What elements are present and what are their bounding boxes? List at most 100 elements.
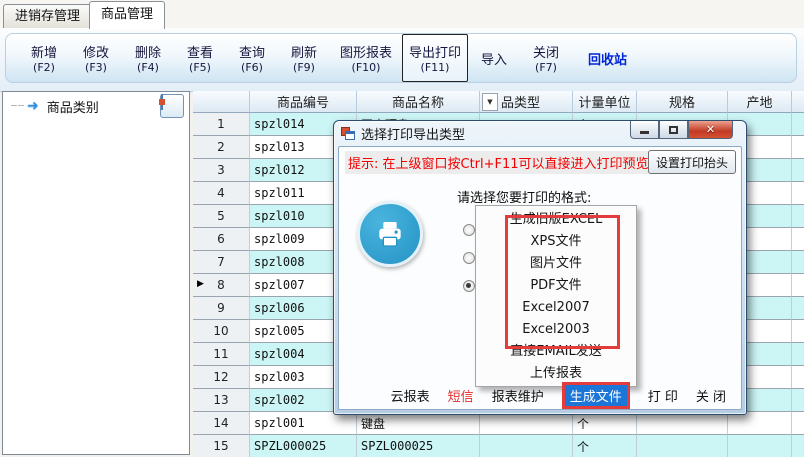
product-name-cell[interactable]: 键盘	[357, 412, 480, 435]
cloud-report-link[interactable]: 云报表	[391, 386, 430, 405]
toolbar-button-shortcut: (F10)	[352, 61, 381, 74]
unit-cell[interactable]: 个	[573, 412, 637, 435]
format-radio-button[interactable]	[463, 252, 475, 264]
option-Excel2003[interactable]: Excel2003	[476, 319, 636, 341]
set-print-header-button[interactable]: 设置打印抬头	[648, 150, 736, 174]
origin-cell[interactable]	[728, 435, 792, 457]
row-number-cell[interactable]: 13	[193, 389, 250, 412]
toolbar-button-label: 删除	[135, 42, 161, 61]
print-button[interactable]: 打 印	[648, 386, 678, 405]
column-header-商品编号[interactable]: 商品编号	[250, 91, 357, 113]
generate-file-button[interactable]: 生成文件	[562, 382, 630, 409]
option-PDF文件[interactable]: PDF文件	[476, 275, 636, 297]
table-row[interactable]: 14spzl001键盘 个	[193, 412, 804, 435]
toolbar-button-修改[interactable]: 修改(F3)	[70, 34, 122, 82]
toolbar-button-导入[interactable]: 导入	[468, 34, 520, 82]
maximize-button[interactable]	[659, 121, 688, 139]
filler-cell	[792, 159, 804, 182]
column-header-label: 品类型	[501, 92, 540, 111]
filler-cell	[792, 113, 804, 136]
close-button[interactable]: ✕	[688, 121, 733, 139]
column-header-产地[interactable]: 产地	[728, 91, 792, 113]
filler-cell	[792, 251, 804, 274]
option-Excel2007[interactable]: Excel2007	[476, 297, 636, 319]
row-number-cell[interactable]: 11	[193, 343, 250, 366]
tree-node-product-category[interactable]: ┄┄ ➜ 商品类别	[3, 92, 189, 120]
option-生成旧版EXCEL[interactable]: 生成旧版EXCEL	[476, 209, 636, 231]
product-name-cell[interactable]: SPZL000025	[357, 435, 480, 457]
close-dialog-button[interactable]: 关 闭	[696, 386, 726, 405]
tab-product-management[interactable]: 商品管理	[89, 1, 165, 29]
row-number-cell[interactable]: 4	[193, 182, 250, 205]
product-code-cell[interactable]: spzl001	[250, 412, 357, 435]
row-number-cell[interactable]: 12	[193, 366, 250, 389]
row-number-cell[interactable]: 10	[193, 320, 250, 343]
toolbar-button-查看[interactable]: 查看(F5)	[174, 34, 226, 82]
option-直接EMAIL发送[interactable]: 直接EMAIL发送	[476, 341, 636, 363]
category-panel-toggle-button[interactable]	[160, 94, 184, 118]
toolbar-button-关闭[interactable]: 关闭(F7)	[520, 34, 572, 82]
column-header-规格[interactable]: 规格	[637, 91, 728, 113]
toolbar-button-label: 关闭	[533, 42, 559, 61]
row-number-cell[interactable]: 3	[193, 159, 250, 182]
filler-cell	[792, 435, 804, 457]
row-number-cell[interactable]: 5	[193, 205, 250, 228]
row-number-cell[interactable]: 8▶	[193, 274, 250, 297]
row-number-cell[interactable]: 1	[193, 113, 250, 136]
product-code-cell[interactable]: SPZL000025	[250, 435, 357, 457]
filler-cell	[792, 366, 804, 389]
toolbar-button-label: 导出打印	[409, 42, 461, 61]
tip-text: 提示: 在上级窗口按Ctrl+F11可以直接进入打印预览	[345, 151, 652, 174]
format-radio-button[interactable]	[463, 280, 475, 292]
toolbar-button-shortcut: (F5)	[189, 61, 211, 74]
column-header-label: 商品名称	[392, 92, 444, 111]
column-header-label: 规格	[669, 92, 695, 111]
recycle-bin-link[interactable]: 回收站	[588, 49, 627, 68]
product-type-cell[interactable]	[480, 435, 573, 457]
window-controls: ✕	[630, 121, 733, 139]
table-row[interactable]: 15SPZL000025SPZL000025个	[193, 435, 804, 457]
toolbar-panel: 新增(F2)修改(F3)删除(F4)查看(F5)查询(F6)刷新(F9)图形报表…	[5, 33, 797, 83]
option-图片文件[interactable]: 图片文件	[476, 253, 636, 275]
spec-cell[interactable]	[637, 412, 728, 435]
column-header-品类型[interactable]: ▼品类型	[480, 91, 573, 113]
toolbar-button-新增[interactable]: 新增(F2)	[18, 34, 70, 82]
maximize-icon	[669, 126, 678, 134]
filler-cell	[792, 274, 804, 297]
product-type-cell[interactable]	[480, 412, 573, 435]
table-header-row: 商品编号商品名称▼品类型计量单位规格产地	[193, 91, 804, 113]
column-header-label: 产地	[746, 92, 772, 111]
toolbar-button-图形报表[interactable]: 图形报表(F10)	[330, 34, 402, 82]
minimize-button[interactable]	[630, 121, 659, 139]
toolbar-button-shortcut: (F4)	[137, 61, 159, 74]
row-number-cell[interactable]: 15	[193, 435, 250, 457]
column-header-商品名称[interactable]: 商品名称	[357, 91, 480, 113]
column-header-计量单位[interactable]: 计量单位	[573, 91, 637, 113]
filter-dropdown-icon[interactable]: ▼	[482, 93, 498, 111]
toolbar-button-shortcut: (F7)	[535, 61, 557, 74]
origin-cell[interactable]	[728, 412, 792, 435]
toolbar-button-刷新[interactable]: 刷新(F9)	[278, 34, 330, 82]
row-number-cell[interactable]: 14	[193, 412, 250, 435]
toolbar-button-查询[interactable]: 查询(F6)	[226, 34, 278, 82]
sms-link[interactable]: 短信	[448, 386, 474, 405]
row-number-cell[interactable]: 9	[193, 297, 250, 320]
unit-cell[interactable]: 个	[573, 435, 637, 457]
column-header-0	[193, 91, 250, 113]
toolbar-button-导出打印[interactable]: 导出打印(F11)	[402, 34, 468, 82]
filler-cell	[792, 389, 804, 412]
toolbar-button-删除[interactable]: 删除(F4)	[122, 34, 174, 82]
toolbar-button-label: 修改	[83, 42, 109, 61]
report-maintain-link[interactable]: 报表维护	[492, 386, 544, 405]
dialog-content: 提示: 在上级窗口按Ctrl+F11可以直接进入打印预览 设置打印抬头 请选择您…	[338, 146, 742, 410]
column-header-label: 计量单位	[578, 92, 630, 111]
spec-cell[interactable]	[637, 435, 728, 457]
row-number-cell[interactable]: 7	[193, 251, 250, 274]
row-number-cell[interactable]: 6	[193, 228, 250, 251]
toolbar-button-label: 查询	[239, 42, 265, 61]
option-XPS文件[interactable]: XPS文件	[476, 231, 636, 253]
tab-inventory-management[interactable]: 进销存管理	[3, 4, 92, 28]
format-radio-button[interactable]	[463, 224, 475, 236]
row-number-cell[interactable]: 2	[193, 136, 250, 159]
toolbar-button-label: 导入	[481, 49, 507, 68]
